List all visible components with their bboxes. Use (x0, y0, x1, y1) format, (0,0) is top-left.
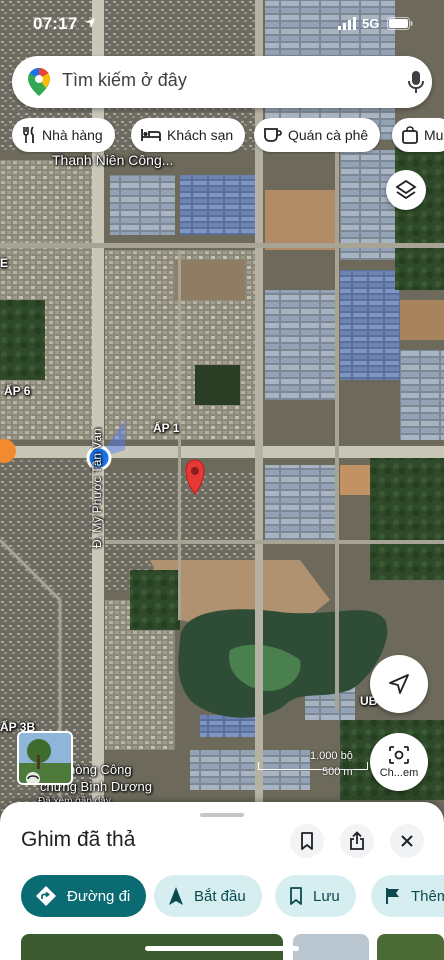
share-icon (350, 831, 364, 850)
directions-label: Đường đi (67, 887, 131, 905)
shopping-bag-icon (402, 126, 418, 144)
map-place-label[interactable]: Thanh Niên Công... (52, 152, 173, 168)
save-button[interactable]: Lưu (275, 875, 356, 917)
fork-knife-icon (23, 126, 34, 143)
status-bar: 07:17 5G (0, 0, 444, 48)
microphone-icon[interactable] (408, 70, 424, 94)
coffee-cup-icon (264, 128, 282, 142)
layers-button[interactable] (386, 170, 426, 210)
bookmark-icon (301, 832, 313, 850)
battery-icon (387, 17, 413, 30)
share-button[interactable] (340, 824, 374, 858)
sheet-title: Ghim đã thả (21, 828, 136, 851)
navigation-arrow-icon (169, 887, 183, 905)
bookmark-icon (290, 887, 302, 905)
street-view-photo (19, 733, 71, 783)
scale-label: 1.000 bộ 500 m (305, 750, 353, 778)
chip-label: Mu (424, 127, 444, 143)
place-photo[interactable] (293, 934, 369, 960)
close-icon (401, 835, 413, 847)
place-bottom-sheet[interactable]: Ghim đã thả Đường đi Bắt đầu Lưu Thêm (0, 802, 444, 960)
restaurant-poi-icon[interactable] (0, 444, 14, 458)
street-view-thumbnail[interactable] (17, 731, 73, 785)
cell-signal-icon (338, 17, 356, 30)
directions-button[interactable]: Đường đi (21, 875, 147, 917)
google-maps-logo-icon (28, 68, 50, 96)
chip-shopping[interactable]: Mu (392, 118, 444, 152)
more-label: Thêm (411, 887, 444, 905)
save-label: Lưu (313, 887, 340, 905)
network-type: 5G (362, 16, 380, 31)
map-area-label: ẤP 6 (4, 384, 31, 398)
chip-label: Khách sạn (167, 127, 234, 143)
navigation-arrow-icon (389, 674, 409, 694)
place-photo[interactable] (377, 934, 444, 960)
chip-restaurants[interactable]: Nhà hàng (12, 118, 115, 152)
directions-icon (36, 886, 56, 906)
recenter-navigation-button[interactable] (370, 655, 428, 713)
search-input[interactable]: Tìm kiếm ở đây (62, 70, 187, 91)
road-label: Đ. Mỹ Phước Tân Vạn (90, 428, 104, 548)
chip-coffee[interactable]: Quán cà phê (254, 118, 381, 152)
chip-hotels[interactable]: Khách sạn (131, 118, 246, 152)
close-button[interactable] (390, 824, 424, 858)
location-arrow-icon (85, 18, 95, 28)
home-indicator[interactable] (145, 946, 299, 951)
map-place-label[interactable]: hòng Công (68, 762, 132, 777)
status-time: 07:17 (33, 14, 78, 33)
category-chips: Nhà hàng Khách sạn Quán cà phê Mu (12, 118, 444, 154)
chip-label: Nhà hàng (42, 127, 103, 143)
map-edge-label: E (0, 256, 9, 270)
add-label-button[interactable]: Thêm (371, 875, 444, 917)
sheet-drag-handle[interactable] (200, 813, 244, 817)
bookmark-button[interactable] (290, 824, 324, 858)
start-label: Bắt đầu (194, 887, 246, 905)
search-bar[interactable]: Tìm kiếm ở đây (12, 56, 432, 108)
lens-button-label: Ch...em (379, 767, 419, 779)
start-navigation-button[interactable]: Bắt đầu (154, 875, 262, 917)
scale-metric: 500 m (322, 766, 353, 778)
bed-icon (141, 129, 161, 141)
chip-label: Quán cà phê (288, 127, 369, 143)
lens-button[interactable]: Ch...em (370, 733, 428, 791)
flag-icon (386, 888, 399, 904)
layers-icon (395, 179, 417, 200)
scale-imperial: 1.000 bộ (310, 750, 353, 762)
map-area-label: ẤP 1 (153, 421, 180, 435)
camera-lens-icon (389, 746, 409, 764)
